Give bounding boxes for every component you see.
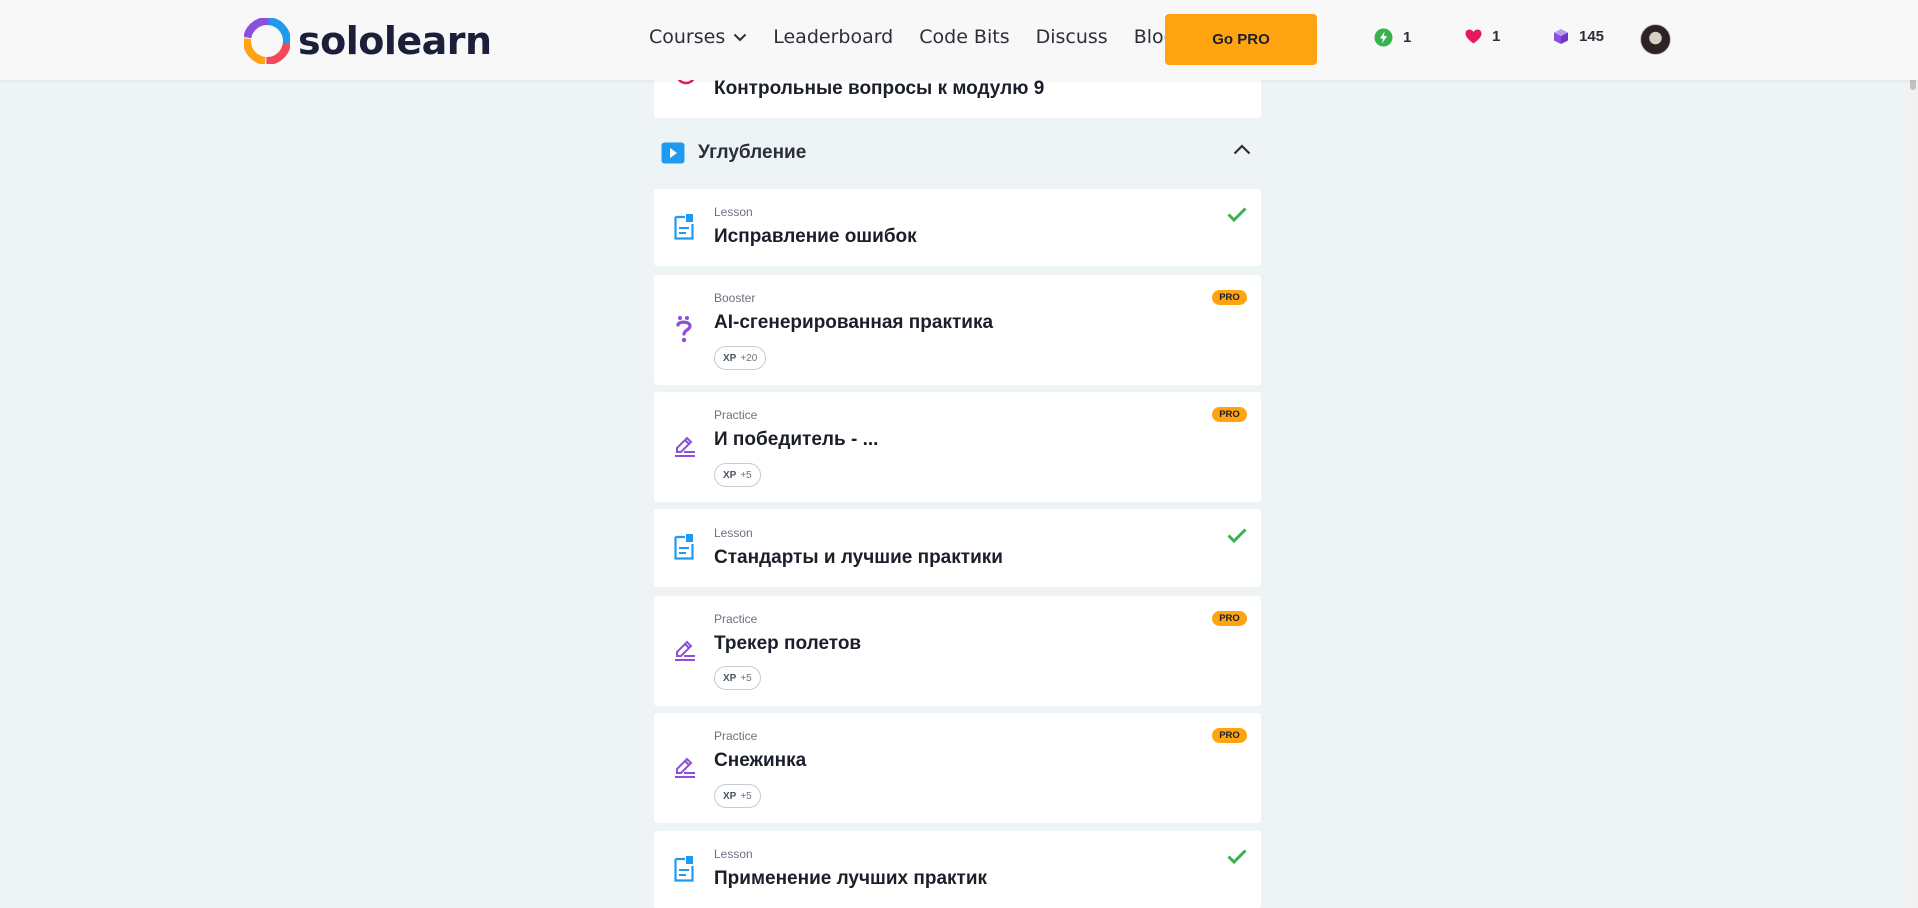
- go-pro-button[interactable]: Go PRO: [1165, 14, 1317, 65]
- item-type: Practice: [714, 408, 758, 422]
- section-title: Углубление: [698, 142, 807, 163]
- brand-name: sololearn: [298, 19, 492, 63]
- heart-icon: [1465, 29, 1482, 44]
- chevron-up-icon[interactable]: [1233, 144, 1251, 155]
- item-type: Booster: [714, 291, 756, 305]
- xp-pill: XP +5: [714, 784, 761, 808]
- item-title: Исправление ошибок: [714, 226, 917, 247]
- item-type: Practice: [714, 612, 758, 626]
- item-type: Lesson: [714, 205, 753, 219]
- xp-label: XP: [723, 469, 737, 481]
- user-avatar[interactable]: [1640, 24, 1671, 55]
- checkmark-icon: [1227, 528, 1247, 543]
- logo-icon: [244, 18, 290, 64]
- lesson-icon: [674, 214, 694, 240]
- item-title: Трекер полетов: [714, 633, 862, 654]
- lesson-icon: [674, 856, 694, 882]
- video-play-icon: [661, 142, 685, 164]
- item-type: Practice: [714, 729, 758, 743]
- xp-pill: XP +5: [714, 463, 761, 487]
- nav-courses[interactable]: Courses: [649, 26, 747, 48]
- pencil-icon: [675, 640, 695, 661]
- bits-count: 145: [1579, 28, 1605, 45]
- pro-badge: PRO: [1212, 407, 1247, 422]
- xp-value: +5: [740, 672, 752, 684]
- xp-value: +5: [740, 790, 752, 802]
- hearts-counter[interactable]: 1: [1465, 28, 1500, 45]
- lesson-card[interactable]: Lesson Применение лучших практик: [654, 831, 1261, 908]
- xp-value: +5: [740, 469, 752, 481]
- item-type: Lesson: [714, 847, 753, 861]
- pencil-icon: [675, 436, 695, 457]
- checkmark-icon: [1227, 207, 1247, 222]
- nav-code-bits[interactable]: Code Bits: [919, 26, 1009, 48]
- xp-label: XP: [723, 790, 737, 802]
- lesson-icon: [674, 534, 694, 560]
- xp-label: XP: [723, 352, 737, 364]
- practice-card[interactable]: Practice Трекер полетов PRO XP +5: [654, 596, 1261, 706]
- item-title: И победитель - ...: [714, 429, 879, 450]
- xp-pill: XP +5: [714, 666, 761, 690]
- item-title: AI-сгенерированная практика: [714, 312, 994, 333]
- item-type: Lesson: [714, 526, 753, 540]
- item-title: Применение лучших практик: [714, 868, 988, 889]
- hearts-count: 1: [1492, 28, 1501, 45]
- lesson-card[interactable]: Lesson Стандарты и лучшие практики: [654, 509, 1261, 587]
- xp-value: +20: [740, 352, 758, 364]
- xp-label: XP: [723, 672, 737, 684]
- section-header[interactable]: Углубление: [654, 129, 1261, 177]
- question-icon: [676, 316, 692, 343]
- top-navbar: sololearn Courses Leaderboard Code Bits …: [0, 0, 1918, 80]
- streak-counter[interactable]: 1: [1374, 28, 1411, 47]
- lightning-icon: [1374, 28, 1393, 47]
- nav-leaderboard[interactable]: Leaderboard: [773, 26, 893, 48]
- lesson-card[interactable]: Lesson Исправление ошибок: [654, 189, 1261, 266]
- pro-badge: PRO: [1212, 290, 1247, 305]
- pro-badge: PRO: [1212, 611, 1247, 626]
- chevron-down-icon: [734, 33, 747, 41]
- nav-discuss[interactable]: Discuss: [1036, 26, 1108, 48]
- cube-icon: [1554, 29, 1568, 44]
- main-nav: Courses Leaderboard Code Bits Discuss Bl…: [649, 26, 1202, 48]
- xp-pill: XP +20: [714, 346, 767, 370]
- sololearn-logo[interactable]: sololearn: [244, 18, 492, 64]
- bits-counter[interactable]: 145: [1553, 28, 1604, 45]
- checkmark-icon: [1227, 849, 1247, 864]
- booster-card[interactable]: Booster AI-сгенерированная практика PRO …: [654, 275, 1261, 385]
- nav-courses-label: Courses: [649, 26, 726, 48]
- page-scrollbar[interactable]: [1908, 0, 1918, 908]
- practice-card[interactable]: Practice Снежинка PRO XP +5: [654, 713, 1261, 823]
- pro-badge: PRO: [1212, 728, 1247, 743]
- card-title: Контрольные вопросы к модулю 9: [714, 78, 1045, 99]
- item-title: Снежинка: [714, 750, 807, 771]
- streak-count: 1: [1403, 29, 1412, 46]
- pencil-icon: [675, 757, 695, 778]
- practice-card[interactable]: Practice И победитель - ... PRO XP +5: [654, 392, 1261, 502]
- item-title: Стандарты и лучшие практики: [714, 547, 1003, 568]
